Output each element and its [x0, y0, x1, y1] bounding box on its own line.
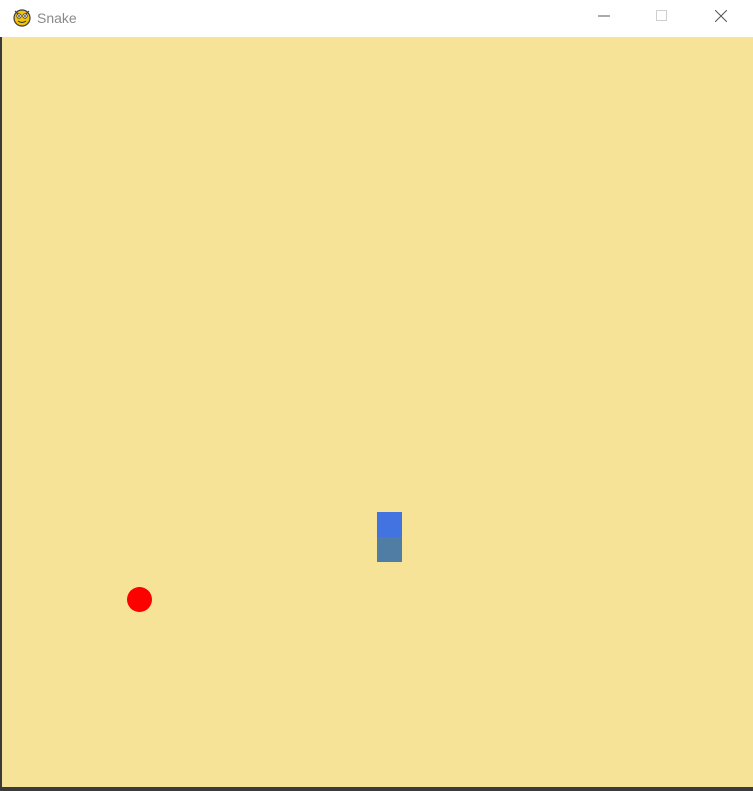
game-canvas[interactable]: [2, 37, 753, 787]
title-bar[interactable]: Snake: [2, 0, 753, 37]
snake-head: [377, 512, 402, 537]
minimize-button[interactable]: [575, 0, 633, 36]
snake-window: Snake: [0, 0, 753, 791]
pygame-snake-icon: [12, 7, 32, 27]
snake-body-segment: [377, 537, 402, 562]
close-button[interactable]: [692, 0, 750, 36]
close-icon: [714, 9, 728, 27]
food-apple: [127, 587, 152, 612]
maximize-icon: [656, 9, 668, 27]
window-title: Snake: [37, 10, 77, 26]
maximize-button[interactable]: [633, 0, 691, 36]
minimize-icon: [598, 9, 610, 27]
window-bottom-border: [0, 787, 753, 791]
